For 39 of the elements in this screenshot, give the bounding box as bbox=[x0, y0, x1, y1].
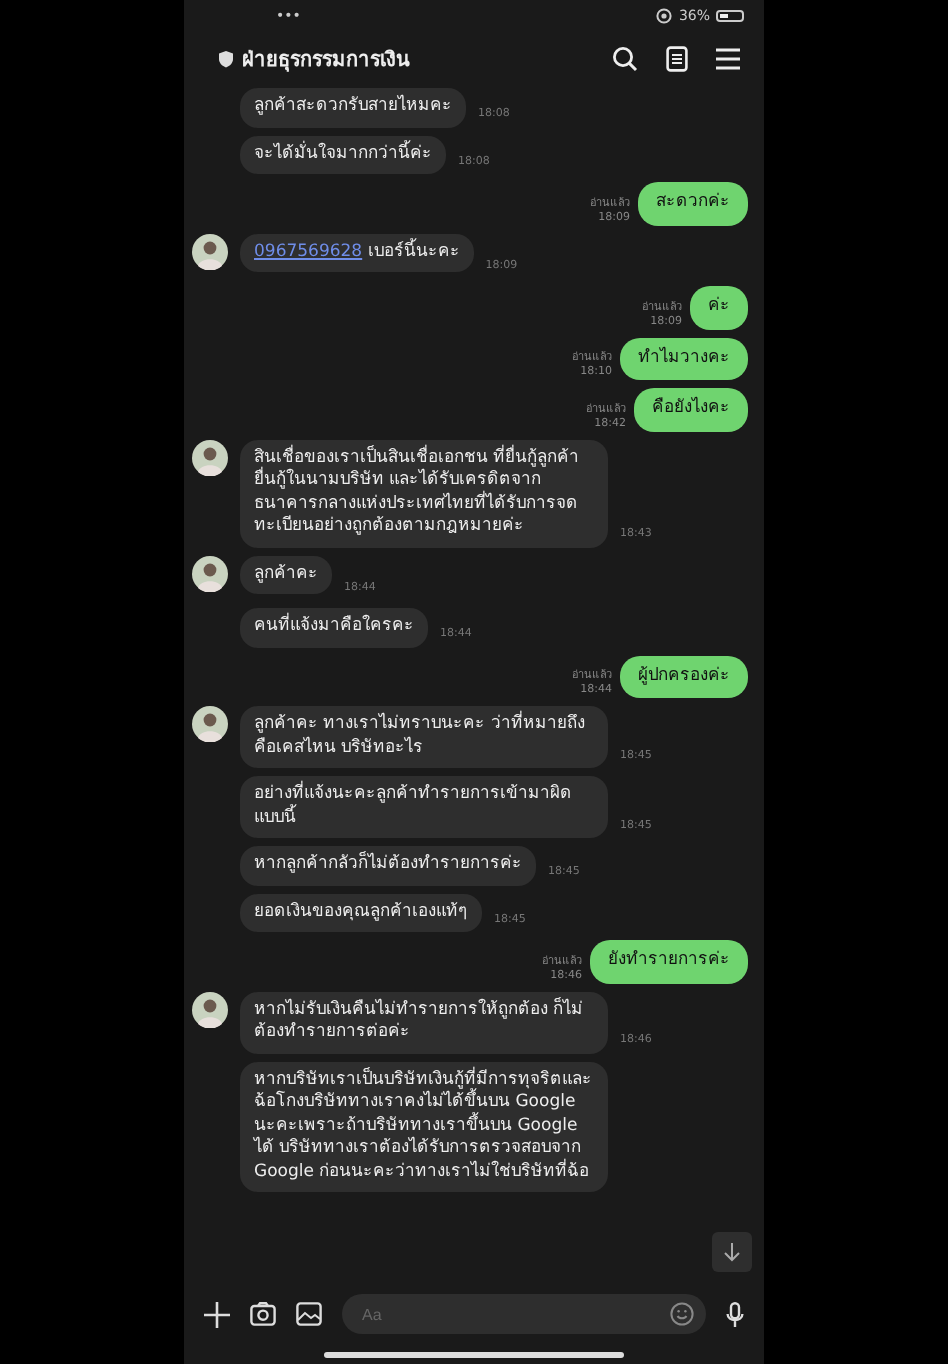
microphone-icon[interactable] bbox=[726, 1301, 744, 1327]
menu-icon[interactable] bbox=[716, 47, 740, 69]
phone-link[interactable]: 0967569628 bbox=[254, 241, 363, 261]
message-text: เบอร์นี้นะคะ bbox=[367, 241, 460, 261]
chat-title: ฝ่ายธุรกรรมการเงิน bbox=[242, 47, 410, 73]
camera-icon[interactable] bbox=[250, 1302, 276, 1326]
avatar[interactable] bbox=[192, 439, 228, 475]
message-text: หากไม่รับเงินคืนไม่ทำรายการให้ถูกต้อง ก็ไม่ต้องทำรายการต่อค่ะ bbox=[254, 999, 584, 1042]
message-text: ค่ะ bbox=[708, 296, 730, 316]
avatar[interactable] bbox=[192, 991, 228, 1027]
message-text: หากลูกค้ากลัวก็ไม่ต้องทำรายการค่ะ bbox=[254, 854, 522, 874]
message-text: ยอดเงินของคุณลูกค้าเองแท้ๆ bbox=[254, 901, 468, 921]
message-input[interactable]: Aa bbox=[342, 1294, 706, 1334]
avatar[interactable] bbox=[192, 555, 228, 591]
eye-icon bbox=[656, 8, 673, 24]
message-text: ทำไมวางคะ bbox=[638, 347, 730, 367]
message-text: ลูกค้าคะ bbox=[254, 563, 318, 583]
message-text: คนที่แจ้งมาคือใครคะ bbox=[254, 616, 414, 636]
scroll-down-button[interactable] bbox=[712, 1232, 752, 1272]
avatar[interactable] bbox=[192, 233, 228, 269]
shield-icon bbox=[218, 49, 234, 67]
message-text: ผู้ปกครองค่ะ bbox=[638, 665, 730, 685]
message-text: ยังทำรายการค่ะ bbox=[608, 950, 730, 970]
message-text: จะได้มั่นใจมากกว่านี้ค่ะ bbox=[254, 143, 432, 163]
emoji-icon[interactable] bbox=[670, 1302, 694, 1326]
plus-icon[interactable] bbox=[204, 1301, 230, 1327]
message-text: สะดวกค่ะ bbox=[656, 192, 730, 212]
search-icon[interactable] bbox=[612, 45, 638, 71]
message-text: สินเชื่อของเราเป็นสินเชื่อเอกชน ที่ยื่นกู้ลูกค้ายื่นกู้ในนามบริษัท และได้รับเครดิตจากธนาคารกลางแห่งประเทศไทยที่ได้รับการจดทะเบียนอย่างถูกต้องตามกฎหมายค่ะ bbox=[254, 447, 580, 536]
notes-icon[interactable] bbox=[666, 45, 688, 71]
message-text: หากบริษัทเราเป็นบริษัทเงินกู้ที่มีการทุจริตและฉ้อโกงบริษัททางเราคงไม่ได้ขึ้นบน Google นะคะเพราะถ้าบริษัททางเราขึ้นบน Google ได้ บริษัททางเราต้องได้รับการตรวจสอบจาก Google ก่อนนะคะว่าทางเราไม่ใช่บริษัทที่ฉ้อ bbox=[254, 1069, 592, 1181]
avatar[interactable] bbox=[192, 706, 228, 742]
arrow-down-icon bbox=[722, 1242, 742, 1262]
message-text: คือยังไงคะ bbox=[652, 398, 730, 418]
message-text: ลูกค้าคะ ทางเราไม่ทราบนะคะ ว่าที่หมายถึงคือเคสไหน บริษัทอะไร bbox=[254, 714, 585, 757]
message-text: อย่างที่แจ้งนะคะลูกค้าทำรายการเข้ามาผิดแบบนี้ bbox=[254, 784, 572, 827]
battery-icon bbox=[716, 10, 744, 22]
image-icon[interactable] bbox=[296, 1302, 322, 1326]
message-text: ลูกค้าสะดวกรับสายไหมคะ bbox=[254, 96, 452, 116]
